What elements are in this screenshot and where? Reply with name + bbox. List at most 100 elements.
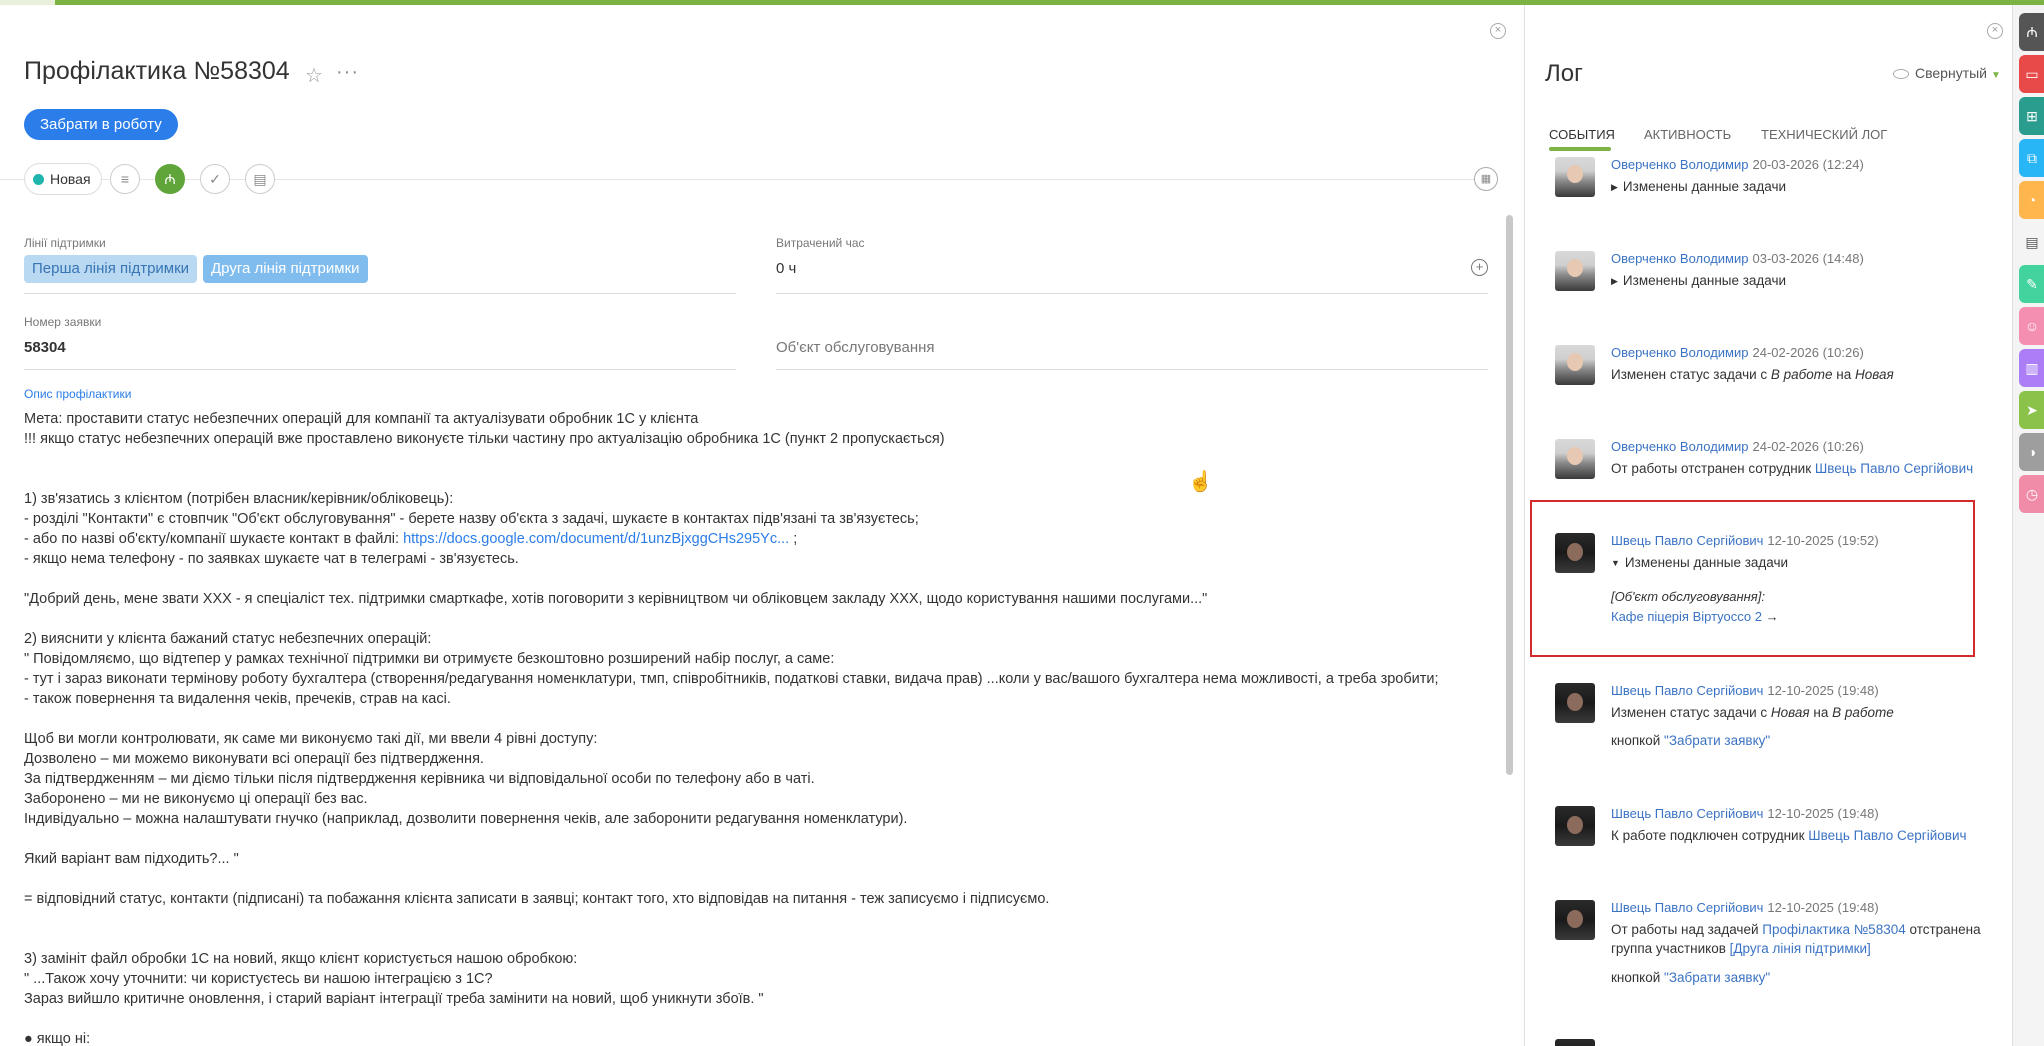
entry-header: Оверченко Володимир 20-03-2026 (12:24) — [1611, 157, 1864, 172]
request-number-value[interactable]: 58304 — [24, 339, 66, 356]
check-icon[interactable]: ✓ — [200, 164, 230, 194]
button-prefix: кнопкой — [1611, 733, 1665, 748]
clock-icon[interactable]: ◷ — [2019, 475, 2044, 513]
request-number-label: Номер заявки — [24, 315, 102, 329]
collapse-toggle[interactable]: Свернутый ▼ — [1893, 65, 2001, 81]
entry-text-line2: группа участников [Друга лінія підтримки… — [1611, 941, 1871, 956]
log-title: Лог — [1545, 60, 1583, 87]
field-divider — [24, 293, 736, 294]
entry-text[interactable]: ▶ Изменены данные задачи — [1611, 179, 1786, 194]
entry-author[interactable]: Швець Павло Сергійович — [1611, 806, 1763, 821]
entry-author[interactable]: Оверченко Володимир — [1611, 157, 1748, 172]
close-icon[interactable]: × — [1490, 23, 1506, 39]
entry-author[interactable]: Швець Павло Сергійович — [1611, 683, 1763, 698]
tab-events[interactable]: СОБЫТИЯ — [1549, 127, 1615, 142]
support-line-tag-2[interactable]: Друга лінія підтримки — [203, 255, 368, 283]
entry-text[interactable]: ▶ Изменены данные задачи — [1611, 273, 1786, 288]
employee-link[interactable]: Швець Павло Сергійович — [1808, 828, 1966, 843]
entry-date: 24-02-2026 (10:26) — [1752, 345, 1864, 360]
bell-icon[interactable]: ◔ — [2019, 181, 2044, 219]
description-line: - тут і зараз виконати термінову роботу … — [24, 671, 1439, 687]
task-link[interactable]: Профілактика №58304 — [1762, 922, 1905, 937]
avatar[interactable] — [1555, 683, 1595, 723]
chat-icon[interactable]: ▭ — [2019, 55, 2044, 93]
entry-button-line: кнопкой "Забрати заявку" — [1611, 733, 1770, 748]
list-icon[interactable]: ≡ — [110, 164, 140, 194]
scrollbar[interactable] — [1506, 215, 1513, 775]
contacts-icon[interactable]: ☺ — [2019, 307, 2044, 345]
key-icon[interactable]: ✎ — [2019, 265, 2044, 303]
description-text-span: - або по назві об'єкту/компанії шукаєте … — [24, 531, 404, 547]
caret-down-icon: ▼ — [1991, 70, 2001, 81]
calendar-icon[interactable]: ▦ — [1474, 167, 1498, 191]
close-icon[interactable]: × — [1987, 23, 2003, 39]
tab-tech-log[interactable]: ТЕХНИЧЕСКИЙ ЛОГ — [1761, 127, 1887, 142]
avatar[interactable] — [1555, 806, 1595, 846]
group-link[interactable]: [Друга лінія підтримки] — [1730, 941, 1871, 956]
entry-date: 12-10-2025 (19:48) — [1767, 900, 1879, 915]
support-lines-label: Лінії підтримки — [24, 236, 106, 250]
service-object-field[interactable]: Об'єкт обслуговування — [776, 339, 935, 356]
entry-connector: на — [1809, 705, 1833, 720]
entry-description: Изменен статус задачи с — [1611, 367, 1771, 382]
field-divider — [24, 369, 736, 370]
time-spent-value[interactable]: 0 ч — [776, 260, 796, 277]
entry-text: Изменен статус задачи с В работе на Нова… — [1611, 367, 1894, 382]
entry-header: Оверченко Володимир 24-02-2026 (10:26) — [1611, 345, 1864, 360]
google-doc-link[interactable]: https://docs.google.com/document/d/1unzB… — [403, 531, 789, 547]
description-line: 2) вияснити у клієнта бажаний статус неб… — [24, 631, 432, 647]
avatar[interactable] — [1555, 1039, 1595, 1046]
avatar[interactable] — [1555, 439, 1595, 479]
description-line: Заборонено – ми не виконуємо ці операції… — [24, 791, 368, 807]
crm-icon[interactable]: ₼ — [2019, 13, 2044, 51]
status-badge[interactable]: Новая — [24, 163, 102, 195]
entry-author[interactable]: Швець Павло Сергійович — [1611, 900, 1763, 915]
avatar[interactable] — [1555, 900, 1595, 940]
eye-icon — [1893, 69, 1909, 79]
copy-icon[interactable]: ⧉ — [2019, 139, 2044, 177]
description-line: ● якщо ні: — [24, 1031, 91, 1046]
avatar[interactable] — [1555, 345, 1595, 385]
description-line: - також повернення та видалення чеків, п… — [24, 691, 451, 707]
task-panel: × Профілактика №58304 ☆ ··· Забрати в ро… — [0, 5, 1522, 1046]
comment-icon[interactable]: ▤ — [245, 164, 275, 194]
send-icon[interactable]: ➤ — [2019, 391, 2044, 429]
tab-activity[interactable]: АКТИВНОСТЬ — [1644, 127, 1731, 142]
button-name-link[interactable]: "Забрати заявку" — [1664, 970, 1770, 985]
entry-text: От работы над задачей Профілактика №5830… — [1611, 922, 1981, 937]
button-name-link[interactable]: "Забрати заявку" — [1664, 733, 1770, 748]
entry-date: 12-10-2025 (19:48) — [1767, 683, 1879, 698]
entry-text: Изменен статус задачи с Новая на В работ… — [1611, 705, 1894, 720]
status-to: В работе — [1832, 705, 1894, 720]
description-line: " ...Також хочу уточнити: чи користуєтес… — [24, 971, 493, 987]
entry-description: Изменены данные задачи — [1622, 273, 1787, 288]
doc-icon[interactable]: ▤ — [2019, 223, 2044, 261]
take-to-work-button[interactable]: Забрати в роботу — [24, 109, 178, 140]
page-title: Профілактика №58304 — [24, 57, 290, 85]
button-prefix: кнопкой — [1611, 970, 1665, 985]
description-line: Зараз вийшло критичне оновлення, і стари… — [24, 991, 764, 1007]
description-line: Мета: проставити статус небезпечних опер… — [24, 411, 699, 427]
avatar[interactable] — [1555, 251, 1595, 291]
description-label: Опис профілактики — [24, 387, 132, 401]
entry-date: 12-10-2025 (19:48) — [1767, 806, 1879, 821]
employee-link[interactable]: Швець Павло Сергійович — [1815, 461, 1973, 476]
description-line: - розділі "Контакти" є стовпчик "Об'єкт … — [24, 511, 919, 527]
star-icon[interactable]: ☆ — [305, 63, 323, 88]
description-line: Який варіант вам підходить?... " — [24, 851, 239, 867]
collapse-label: Свернутый — [1915, 65, 1987, 81]
entry-header: Швець Павло Сергійович 12-10-2025 (19:48) — [1611, 806, 1879, 821]
entry-author[interactable]: Оверченко Володимир — [1611, 439, 1748, 454]
org-icon[interactable]: ⊞ — [2019, 97, 2044, 135]
entry-author[interactable]: Оверченко Володимир — [1611, 345, 1748, 360]
support-line-tag-1[interactable]: Перша лінія підтримки — [24, 255, 198, 283]
add-time-icon[interactable]: + — [1471, 259, 1488, 276]
finance-icon[interactable]: ₼ — [155, 164, 185, 194]
entry-author[interactable]: Оверченко Володимир — [1611, 251, 1748, 266]
avatar[interactable] — [1555, 157, 1595, 197]
stats-icon[interactable]: ▥ — [2019, 349, 2044, 387]
field-divider — [776, 369, 1488, 370]
chart-icon[interactable]: ◑ — [2019, 433, 2044, 471]
more-icon[interactable]: ··· — [336, 61, 359, 84]
description-text[interactable]: Мета: проставити статус небезпечних опер… — [24, 409, 1494, 1046]
